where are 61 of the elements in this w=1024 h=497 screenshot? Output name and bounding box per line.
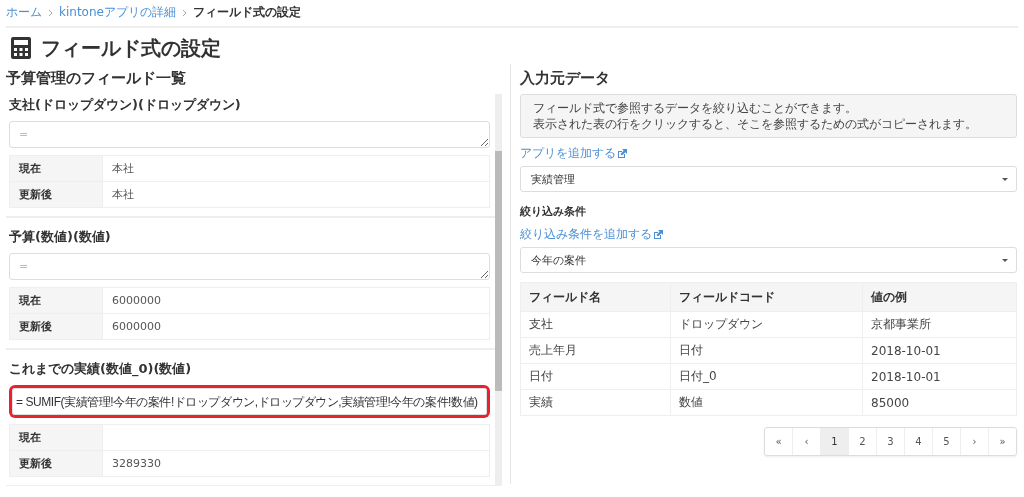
field-heading: これまでの実績(数値_0)(数値) — [9, 360, 193, 379]
table-cell: ドロップダウン — [670, 311, 863, 338]
row-value: 3289330 — [102, 450, 490, 477]
table-cell: 日付 — [520, 363, 671, 390]
formula-field[interactable]: = SUMIF(実績管理!今年の案件!ドロップダウン,ドロップダウン,実績管理!今年の案件!数値) — [12, 388, 487, 415]
page-title: フィールド式の設定 — [41, 34, 221, 62]
row-label: 現在 — [9, 424, 103, 451]
external-link-icon — [617, 148, 628, 159]
calculator-icon — [10, 36, 32, 60]
table-cell: 数値 — [670, 389, 863, 416]
field-heading: 予算(数値)(数値) — [9, 228, 112, 246]
table-cell: 京都事業所 — [862, 311, 1017, 338]
table-cell: 日付 — [670, 337, 863, 364]
row-value: 本社 — [102, 155, 490, 182]
page-button[interactable]: 1 — [820, 428, 848, 455]
column-header: フィールドコード — [670, 282, 863, 312]
page-button[interactable]: 4 — [904, 428, 932, 455]
section-heading: 入力元データ — [520, 68, 611, 89]
breadcrumb-link[interactable]: ホーム — [6, 4, 42, 21]
add-link[interactable]: 絞り込み条件を追加する — [520, 226, 664, 243]
row-label: 現在 — [9, 287, 103, 314]
table-cell: 実績 — [520, 389, 671, 416]
page-button[interactable]: « — [765, 428, 792, 455]
filter-label: 絞り込み条件 — [520, 204, 587, 219]
row-label: 更新後 — [9, 313, 103, 340]
section-heading: 予算管理のフィールド一覧 — [6, 68, 187, 89]
chevron-right-icon — [48, 8, 53, 17]
page-button[interactable]: 5 — [932, 428, 960, 455]
column-header: 値の例 — [862, 282, 1017, 312]
table-cell: 日付_0 — [670, 363, 863, 390]
breadcrumb-link[interactable]: kintoneアプリの詳細 — [59, 4, 176, 21]
breadcrumb-current: フィールド式の設定 — [192, 4, 301, 21]
caret-down-icon — [1002, 177, 1008, 181]
row-value: 本社 — [102, 181, 490, 208]
row-value: 6000000 — [102, 313, 490, 340]
external-link-icon — [653, 229, 664, 240]
page-button[interactable]: › — [960, 428, 988, 455]
add-link[interactable]: アプリを追加する — [520, 145, 628, 162]
scrollbar[interactable] — [495, 94, 502, 486]
page-button[interactable]: 3 — [876, 428, 904, 455]
table-cell: 売上年月 — [520, 337, 671, 364]
formula-field[interactable]: = — [9, 121, 490, 148]
column-header: フィールド名 — [520, 282, 671, 312]
table-cell: 支社 — [520, 311, 671, 338]
field-heading: 支社(ドロップダウン)(ドロップダウン) — [9, 96, 242, 114]
info-text: 表示された表の行をクリックすると、そこを参照するための式がコピーされます。 — [533, 116, 977, 132]
row-value: 6000000 — [102, 287, 490, 314]
caret-down-icon — [1002, 258, 1008, 262]
info-text: フィールド式で参照するデータを絞り込むことができます。 — [533, 100, 857, 116]
table-cell: 85000 — [862, 389, 1017, 416]
table-cell: 2018-10-01 — [862, 337, 1017, 364]
formula-field[interactable]: = — [9, 253, 490, 280]
row-label: 現在 — [9, 155, 103, 182]
row-label: 更新後 — [9, 181, 103, 208]
page-button[interactable]: » — [988, 428, 1016, 455]
select-dropdown[interactable]: 実績管理 — [520, 166, 1017, 192]
row-label: 更新後 — [9, 450, 103, 477]
select-dropdown[interactable]: 今年の案件 — [520, 247, 1017, 273]
page-button[interactable]: 2 — [848, 428, 876, 455]
table-cell: 2018-10-01 — [862, 363, 1017, 390]
chevron-right-icon — [181, 8, 187, 17]
